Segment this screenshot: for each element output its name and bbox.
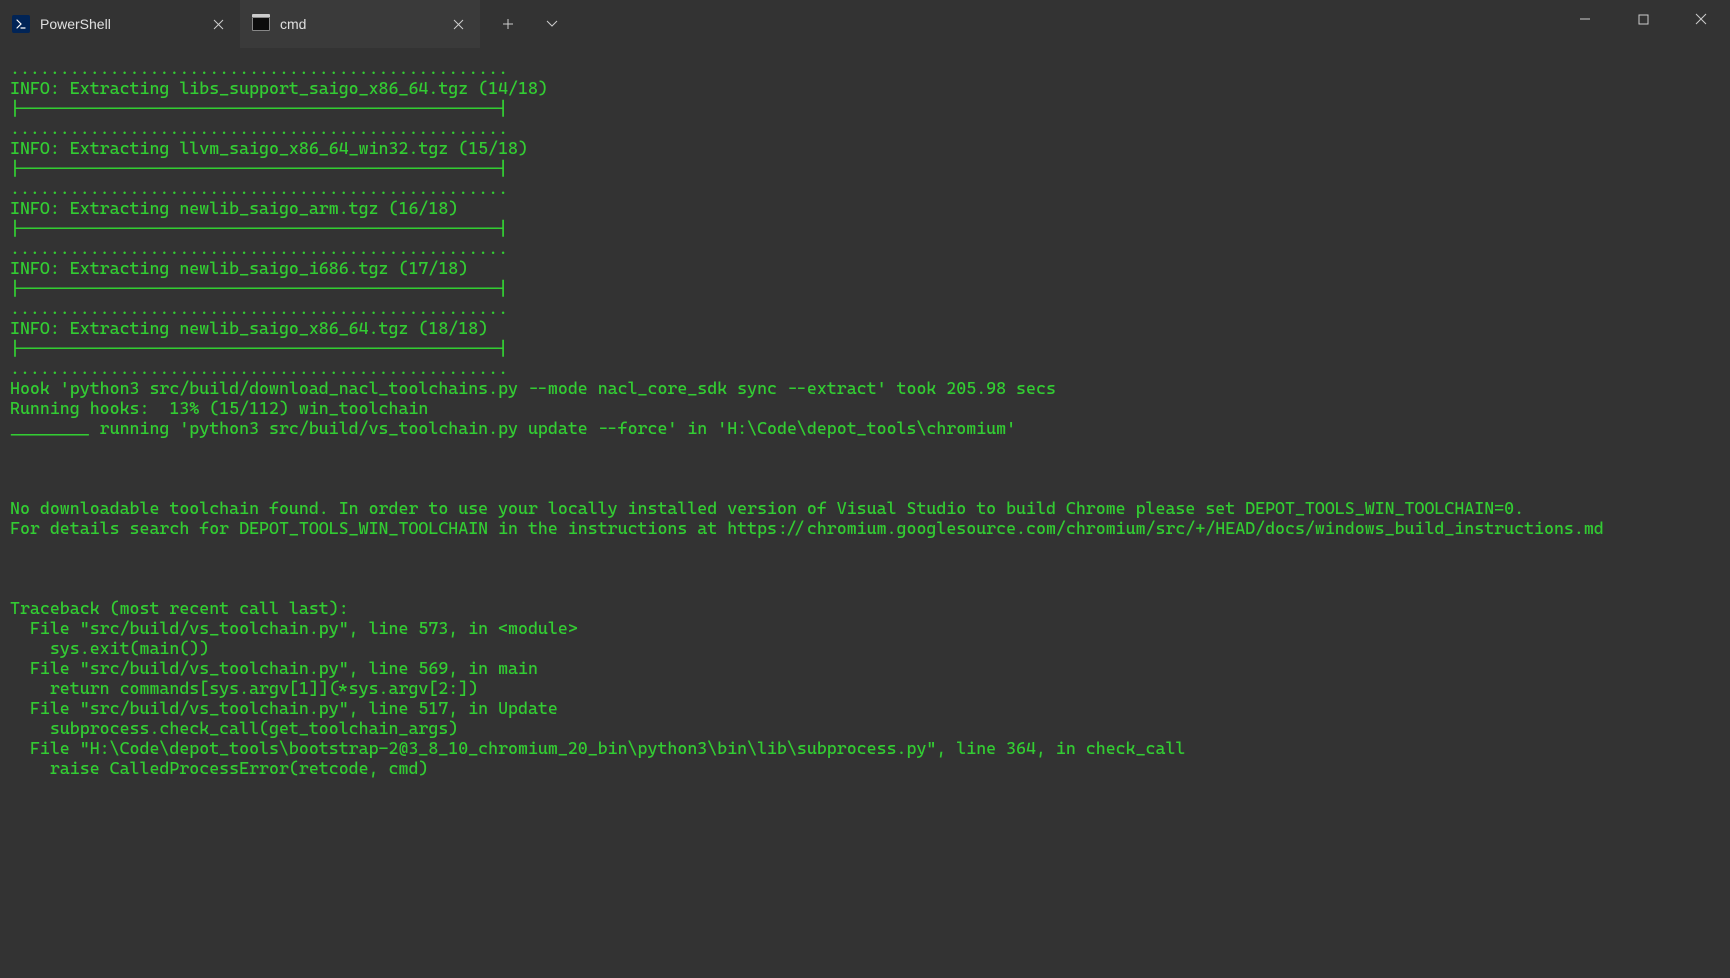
close-icon[interactable] bbox=[208, 14, 228, 34]
new-tab-button[interactable] bbox=[486, 8, 530, 40]
tab-dropdown-button[interactable] bbox=[530, 8, 574, 40]
tab-strip: PowerShell cmd bbox=[0, 0, 480, 48]
tab-cmd[interactable]: cmd bbox=[240, 0, 480, 48]
close-window-button[interactable] bbox=[1672, 0, 1730, 38]
maximize-button[interactable] bbox=[1614, 0, 1672, 38]
close-icon[interactable] bbox=[448, 14, 468, 34]
tab-label: cmd bbox=[280, 16, 448, 32]
tab-actions bbox=[480, 8, 580, 40]
cmd-icon bbox=[252, 15, 270, 33]
tab-label: PowerShell bbox=[40, 16, 208, 32]
titlebar: PowerShell cmd bbox=[0, 0, 1730, 48]
minimize-button[interactable] bbox=[1556, 0, 1614, 38]
powershell-icon bbox=[12, 15, 30, 33]
tab-powershell[interactable]: PowerShell bbox=[0, 0, 240, 48]
terminal-output[interactable]: ........................................… bbox=[0, 48, 1730, 788]
window-controls bbox=[1556, 0, 1730, 48]
